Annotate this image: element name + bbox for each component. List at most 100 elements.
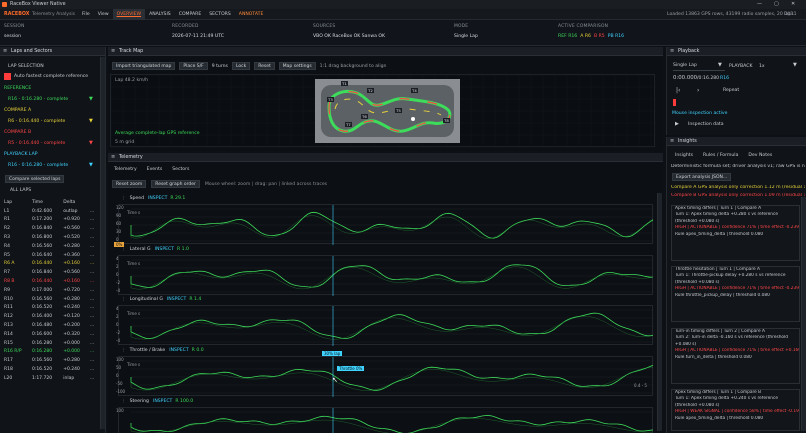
reset-map-button[interactable]: Reset [254,62,275,70]
close-button[interactable]: ✕ [791,1,795,7]
menu-view[interactable]: View [94,9,113,20]
import-map-button[interactable]: Import triangulated map [112,62,176,70]
drag-handle-icon[interactable]: ⋮ [121,297,126,302]
lap-row[interactable]: R3 0:16.800 +0.520… [1,233,97,242]
playback-scrubber-handle[interactable] [673,99,676,106]
lap-row[interactable]: R17 0:16.560 +0.280… [1,356,97,365]
channel-plot[interactable] [118,305,654,346]
col-lap[interactable]: Lap [1,198,29,207]
collapse-icon[interactable]: ≡ [670,48,675,54]
laps-scrollbar[interactable] [100,57,105,429]
lap-more-icon[interactable]: … [87,330,97,339]
insight-card[interactable]: Turn-in timing differs | Turn 2 | Compar… [671,328,800,384]
step-back-button[interactable]: |‹ [676,87,680,94]
channel-plot[interactable] [118,407,654,433]
tab-telemetry[interactable]: Telemetry [114,167,137,172]
col-time[interactable]: Time [29,198,60,207]
lap-more-icon[interactable]: … [87,295,97,304]
channel-header[interactable]: ⋮ Throttle / Brake INSPECT R 0.0 [121,348,204,353]
reset-zoom-button[interactable]: Reset zoom [112,180,147,188]
auto-fastest-toggle[interactable]: Auto fastest complete reference [4,73,88,80]
collapse-icon[interactable]: ≡ [3,48,8,54]
insights-scrollbar[interactable] [801,197,806,431]
lap-row[interactable]: R2 0:16.840 +0.560… [1,224,97,233]
repeat-button[interactable]: Repeat [723,88,739,93]
tab-annotate[interactable]: ANNOTATE [235,9,268,20]
lap-more-icon[interactable]: … [87,260,97,269]
lap-more-icon[interactable]: … [87,348,97,357]
lock-button[interactable]: Lock [231,62,251,70]
insight-card[interactable]: Apex timing differs | Turn 1 | Compare A… [671,205,800,261]
tab-overview[interactable]: OVERVIEW [112,9,146,20]
drag-handle-icon[interactable]: ⋮ [121,247,126,252]
lap-row[interactable]: R14 0:16.600 +0.320… [1,330,97,339]
drag-handle-icon[interactable]: ⋮ [121,196,126,201]
collapse-icon[interactable]: ≡ [111,48,116,54]
telemetry-header[interactable]: ≡ Telemetry [108,153,663,162]
tab-rules[interactable]: Rules / Formula [703,153,738,158]
playback-header[interactable]: ≡ Playback [667,47,806,56]
lap-row[interactable]: R10 0:16.560 +0.280… [1,295,97,304]
track-map-header[interactable]: ≡ Track Map [108,47,663,56]
mode-dropdown-icon[interactable]: ▼ [718,62,722,68]
map-settings-button[interactable]: Map settings [278,62,316,70]
tab-insights[interactable]: Insights [675,153,693,158]
lap-row[interactable]: R7 0:16.840 +0.560… [1,268,97,277]
menu-file[interactable]: File [78,9,94,20]
map-canvas[interactable]: Lap 48.2 km/h T1T2T3T4T5T6T7T8T9 Average… [110,74,656,148]
compare-a-dropdown-icon[interactable]: ▼ [89,118,93,124]
playback-lap-select[interactable]: R16 - 0:16.280 - complete [8,163,68,168]
lap-more-icon[interactable]: … [87,242,97,251]
lap-more-icon[interactable]: … [87,312,97,321]
lap-more-icon[interactable]: … [87,365,97,374]
laps-panel-header[interactable]: ≡ Laps and Sectors [0,47,105,56]
lap-row[interactable]: R4 0:16.560 +0.280… [1,242,97,251]
reset-graph-order-button[interactable]: Reset graph order [151,180,200,188]
lap-row[interactable]: L1 0:42.600 outlap… [1,207,97,216]
reference-select[interactable]: R16 - 0:16.280 - complete [8,97,68,102]
play-button[interactable]: ▶ [675,121,679,127]
lap-more-icon[interactable]: … [87,268,97,277]
compare-a-select[interactable]: R6 - 0:16.440 - complete [8,119,65,124]
compare-b-dropdown-icon[interactable]: ▼ [89,140,93,146]
insights-header[interactable]: ≡ Insights [667,137,806,146]
lap-row[interactable]: R13 0:16.480 +0.200… [1,321,97,330]
lap-more-icon[interactable]: … [87,356,97,365]
drag-handle-icon[interactable]: ⋮ [121,348,126,353]
lap-more-icon[interactable]: … [87,339,97,348]
checkbox-icon[interactable] [4,73,11,80]
channel-header[interactable]: ⋮ Lateral G INSPECT R 1.0 [121,247,189,252]
lap-more-icon[interactable]: … [87,286,97,295]
lap-more-icon[interactable]: … [87,224,97,233]
col-delta[interactable]: Delta [60,198,87,207]
collapse-icon[interactable]: ≡ [111,154,116,160]
channel-plot[interactable] [118,204,654,245]
lap-row[interactable]: R9 0:17.000 +0.720… [1,286,97,295]
playback-speed-value[interactable]: 1x [759,64,765,69]
tab-dev-notes[interactable]: Dev Notes [748,153,772,158]
lap-more-icon[interactable]: … [87,304,97,313]
lap-row[interactable]: R11 0:16.520 +0.240… [1,304,97,313]
reference-dropdown-icon[interactable]: ▼ [89,96,93,102]
insight-card[interactable]: Apex timing differs | Turn 1 | Compare B… [671,389,800,431]
maximize-button[interactable]: ▢ [774,1,779,7]
tab-compare[interactable]: COMPARE [175,9,206,20]
lap-row[interactable]: R8 B 0:16.440 +0.160… [1,277,97,286]
lap-more-icon[interactable]: … [87,277,97,286]
speed-dropdown-icon[interactable]: ▼ [793,62,797,68]
channel-header[interactable]: ⋮ Longitudinal G INSPECT R 1.4 [121,297,201,302]
collapse-icon[interactable]: ≡ [670,138,675,144]
playback-dropdown-icon[interactable]: ▼ [89,162,93,168]
place-sf-button[interactable]: Place S/F [179,62,208,70]
lap-more-icon[interactable]: … [87,207,97,216]
export-json-button[interactable]: Export analysis JSON... [672,173,732,181]
insight-card[interactable]: Throttle hesitation | Turn 1 | Compare A… [671,266,800,322]
compare-selected-button[interactable]: Compare selected laps [5,175,65,183]
lap-row[interactable]: R15 0:16.280 +0.000… [1,339,97,348]
lap-more-icon[interactable]: … [87,233,97,242]
lap-row[interactable]: R1 0:17.200 +0.920… [1,216,97,225]
channel-plot[interactable] [118,356,654,397]
channel-plot[interactable] [118,255,654,296]
telemetry-scrollbar[interactable] [657,193,662,431]
tab-analysis[interactable]: ANALYSIS [145,9,175,20]
